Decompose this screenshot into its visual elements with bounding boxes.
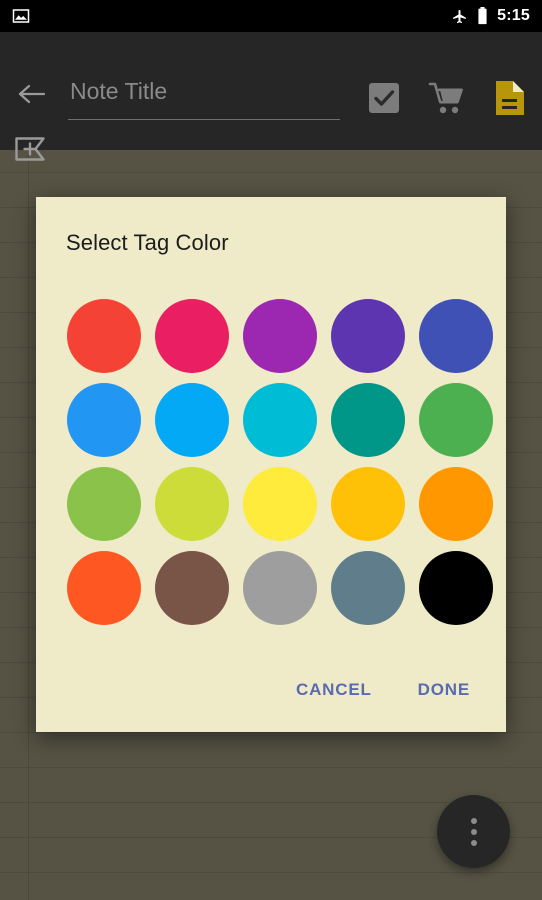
- color-swatch-red[interactable]: [67, 299, 141, 373]
- color-swatch-blue-grey[interactable]: [331, 551, 405, 625]
- app-screen: 5:15 Note Title Select Tag Color CANCEL …: [0, 0, 542, 900]
- color-swatch-cell: [148, 462, 236, 546]
- color-swatch-cell: [60, 378, 148, 462]
- add-tag-icon: [15, 137, 45, 161]
- color-swatch-deep-purple[interactable]: [331, 299, 405, 373]
- shopping-list-button[interactable]: [424, 76, 468, 120]
- color-swatch-cell: [236, 378, 324, 462]
- menu-dot: [470, 839, 477, 846]
- shopping-cart-icon: [428, 82, 463, 114]
- color-swatch-yellow[interactable]: [243, 467, 317, 541]
- color-swatch-cell: [60, 546, 148, 630]
- color-swatch-cell: [412, 294, 500, 378]
- color-swatch-teal[interactable]: [331, 383, 405, 457]
- image-icon: [12, 9, 30, 23]
- color-swatch-cell: [148, 546, 236, 630]
- color-swatch-cell: [324, 378, 412, 462]
- color-swatch-cell: [60, 462, 148, 546]
- color-swatch-amber[interactable]: [331, 467, 405, 541]
- menu-dot: [470, 817, 477, 824]
- note-title-field-wrapper: [68, 78, 340, 120]
- color-swatch-purple[interactable]: [243, 299, 317, 373]
- color-swatch-cell: [236, 462, 324, 546]
- add-tag-button[interactable]: [14, 132, 56, 166]
- color-swatch-light-blue[interactable]: [155, 383, 229, 457]
- dialog-title: Select Tag Color: [66, 230, 229, 255]
- note-title-input[interactable]: [68, 78, 340, 111]
- airplane-mode-icon: [453, 9, 467, 23]
- color-swatch-orange[interactable]: [419, 467, 493, 541]
- cancel-button[interactable]: CANCEL: [282, 670, 386, 710]
- color-swatch-light-green[interactable]: [67, 467, 141, 541]
- status-bar-left: [12, 7, 30, 25]
- menu-dot: [470, 828, 477, 835]
- color-swatch-grey[interactable]: [243, 551, 317, 625]
- overflow-menu-fab[interactable]: [437, 795, 510, 868]
- color-swatch-cell: [324, 546, 412, 630]
- color-swatch-cell: [412, 546, 500, 630]
- color-swatch-cyan[interactable]: [243, 383, 317, 457]
- note-title-underline: [68, 119, 340, 120]
- color-swatch-cell: [324, 462, 412, 546]
- color-swatch-cell: [148, 294, 236, 378]
- color-swatch-blue[interactable]: [67, 383, 141, 457]
- color-swatch-cell: [412, 378, 500, 462]
- color-swatch-cell: [60, 294, 148, 378]
- done-button[interactable]: DONE: [404, 670, 484, 710]
- color-swatch-indigo[interactable]: [419, 299, 493, 373]
- color-swatch-cell: [412, 462, 500, 546]
- color-swatch-deep-orange[interactable]: [67, 551, 141, 625]
- select-tag-color-dialog: Select Tag Color CANCEL DONE: [36, 197, 506, 732]
- color-swatch-lime[interactable]: [155, 467, 229, 541]
- back-button[interactable]: [16, 80, 50, 108]
- color-swatch-cell: [236, 294, 324, 378]
- note-type-button[interactable]: [488, 76, 532, 120]
- battery-icon: [478, 7, 487, 25]
- color-swatch-cell: [148, 378, 236, 462]
- checkbox-checked-icon: [369, 83, 399, 113]
- document-icon: [496, 81, 524, 115]
- dialog-action-buttons: CANCEL DONE: [282, 670, 484, 710]
- color-swatch-grid: [60, 294, 493, 630]
- color-swatch-green[interactable]: [419, 383, 493, 457]
- status-bar-right: 5:15: [451, 7, 530, 25]
- color-swatch-black[interactable]: [419, 551, 493, 625]
- color-swatch-cell: [236, 546, 324, 630]
- color-swatch-brown[interactable]: [155, 551, 229, 625]
- app-toolbar: [0, 32, 542, 161]
- color-swatch-pink[interactable]: [155, 299, 229, 373]
- color-swatch-cell: [324, 294, 412, 378]
- status-bar: 5:15: [0, 0, 542, 32]
- status-bar-clock: 5:15: [497, 7, 530, 24]
- checklist-button[interactable]: [362, 76, 406, 120]
- back-arrow-icon: [18, 84, 46, 104]
- overflow-menu-icon: [470, 817, 477, 846]
